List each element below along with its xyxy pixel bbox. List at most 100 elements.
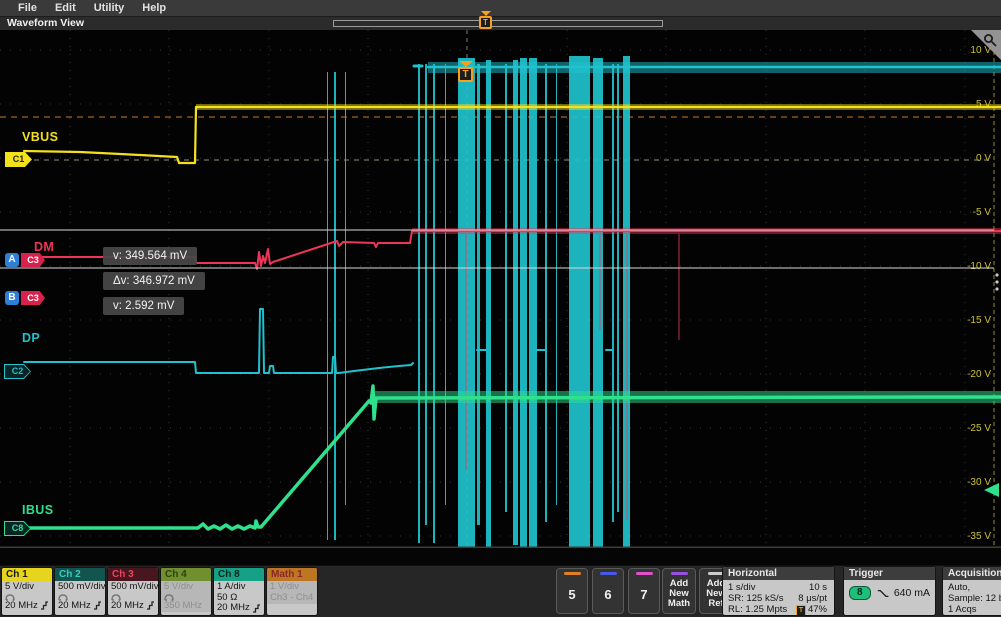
tab-waveform-view[interactable]: Waveform View [7,17,84,29]
cursor-grip-dot [995,280,998,283]
acquisition-value: Auto, [948,582,970,593]
channel-button-5[interactable]: 5 [556,568,588,614]
horizontal-panel[interactable]: Horizontal 1 s/div10 sSR: 125 kS/s8 μs/p… [723,567,834,615]
dp-burst [513,60,518,545]
horizontal-row: RL: 1.25 MptsT47% [723,604,834,615]
badge-value: 5 V/div [164,582,193,593]
acquisition-row: Sample: 12 bit [943,593,1001,604]
cursor-delta-readout[interactable]: Δv: 346.972 mV [103,272,205,290]
badge-math1[interactable]: Math 11 V/divCh3 - Ch4 [267,568,317,615]
dp-burst [623,56,630,548]
acquisition-row: Auto,Analy [943,582,1001,593]
badge-row: 500 mV/div [58,582,102,593]
horizontal-row: 1 s/div10 s [723,582,834,593]
trigger-panel-title: Trigger [844,567,935,580]
noise-band [375,391,1001,403]
dp-burst [458,58,475,548]
badge-ch1[interactable]: Ch 15 V/div20 MHz [2,568,52,615]
y-axis-label: -30 V [967,477,991,488]
ref-tag-c2[interactable]: C2 [4,364,31,379]
y-axis-label: -35 V [967,531,991,542]
badge-value: 5 V/div [5,582,34,593]
dp-burst [569,56,590,548]
ref-tag-c1[interactable]: C1 [5,152,32,167]
badge-value: 20 MHz [5,601,38,612]
channel-label-dp: DP [22,331,40,345]
cursor-a-badge: A [5,253,19,267]
cursor-a-source-badge: C3 [21,253,45,267]
badge-ch2[interactable]: Ch 2500 mV/div 20 MHz [55,568,105,615]
trigger-position-label: T [458,67,473,82]
acquisition-panel-rows: Auto,AnalySample: 12 bit1 Acqs [943,582,1001,615]
menu-item-help[interactable]: Help [142,2,166,14]
bandwidth-limit-icon [146,601,155,610]
ref-tag-c8[interactable]: C8 [4,521,31,536]
acquisition-panel[interactable]: Acquisition Auto,AnalySample: 12 bit1 Ac… [943,567,1001,615]
badge-value: 20 MHz [111,601,144,612]
dp-burst [617,64,619,512]
badge-value: 20 MHz [58,601,91,612]
trigger-level-arrow-icon [984,483,999,497]
dp-burst [477,64,480,525]
channel-label-vbus: VBUS [22,130,58,144]
trigger-marker-label: T [479,16,492,29]
dp-burst [593,58,603,548]
badge-row: 5 V/div [5,582,49,593]
ref-tag-label: C8 [5,522,30,535]
badge-row: 1 A/div [217,582,261,593]
y-axis-label: -15 V [967,315,991,326]
dp-burst [505,64,507,512]
trigger-level-value: 640 mA [894,588,930,599]
dp-burst [445,64,446,505]
badge-ch4[interactable]: Ch 45 V/div350 MHz [161,568,211,615]
horizontal-value: 8 μs/pt [798,593,829,604]
acquisition-value: Sample: 12 bit [948,593,1001,604]
badge-ch8[interactable]: Ch 81 A/div50 Ω20 MHz [214,568,264,615]
menu-item-file[interactable]: File [18,2,37,14]
badge-ch3[interactable]: Ch 3500 mV/div20 MHz [108,568,158,615]
cursor-a-handle[interactable]: A C3 [5,253,45,267]
horizontal-value: T47% [796,604,829,615]
channel-button-7[interactable]: 7 [628,568,660,614]
acquisition-row: 1 Acqs [943,604,1001,615]
falling-edge-icon [877,588,889,599]
bandwidth-limit-icon [40,601,49,610]
cursor-grip-dot [995,273,998,276]
badge-row: Ch3 - Ch4 [270,593,314,604]
badge-value: Ch3 - Ch4 [270,593,313,604]
trigger-panel[interactable]: Trigger 8 640 mA [844,567,935,615]
badge-row: 20 MHz [58,601,102,612]
menu-item-edit[interactable]: Edit [55,2,76,14]
dp-burst [334,72,336,540]
cursor-b-readout[interactable]: v: 2.592 mV [103,297,184,315]
y-axis-label: -20 V [967,369,991,380]
trigger-position-percent-icon: T [796,605,806,615]
badge-header-ch2: Ch 2 [55,568,105,581]
trace-ibus [24,386,1001,529]
badge-row: 20 MHz [217,603,261,614]
ref-tag-label: C2 [5,365,30,378]
dp-burst [486,60,491,548]
ref-tag-label: C1 [6,153,31,166]
ruler-trigger-marker-icon[interactable]: T [479,11,492,29]
bandwidth-limit-icon [252,604,261,613]
spare-channel-buttons: 567 [556,568,660,614]
add-new-math-button[interactable]: AddNewMath [662,568,696,614]
dp-burst [520,58,527,548]
acquisition-panel-title: Acquisition [943,567,1001,580]
trigger-position-badge[interactable]: T [458,61,473,82]
channel-button-6[interactable]: 6 [592,568,624,614]
badge-row: 1 V/div [270,582,314,593]
horizontal-value: 1 s/div [728,582,755,593]
horizontal-value: SR: 125 kS/s [728,593,783,604]
waveform-display: 10 V5 V0 V-5 V-10 V-15 V-20 V-25 V-30 V-… [0,30,1001,565]
dp-burst [327,72,328,540]
menu-bar: File Edit Utility Help [0,0,1001,17]
y-axis-label: 5 V [976,99,991,110]
menu-item-utility[interactable]: Utility [94,2,125,14]
cursor-a-readout[interactable]: v: 349.564 mV [103,247,197,265]
badge-header-ch4: Ch 4 [161,568,211,581]
channel-label-dm: DM [34,240,54,254]
acquisition-overview-ruler[interactable] [333,20,663,27]
cursor-b-handle[interactable]: B C3 [5,291,45,305]
